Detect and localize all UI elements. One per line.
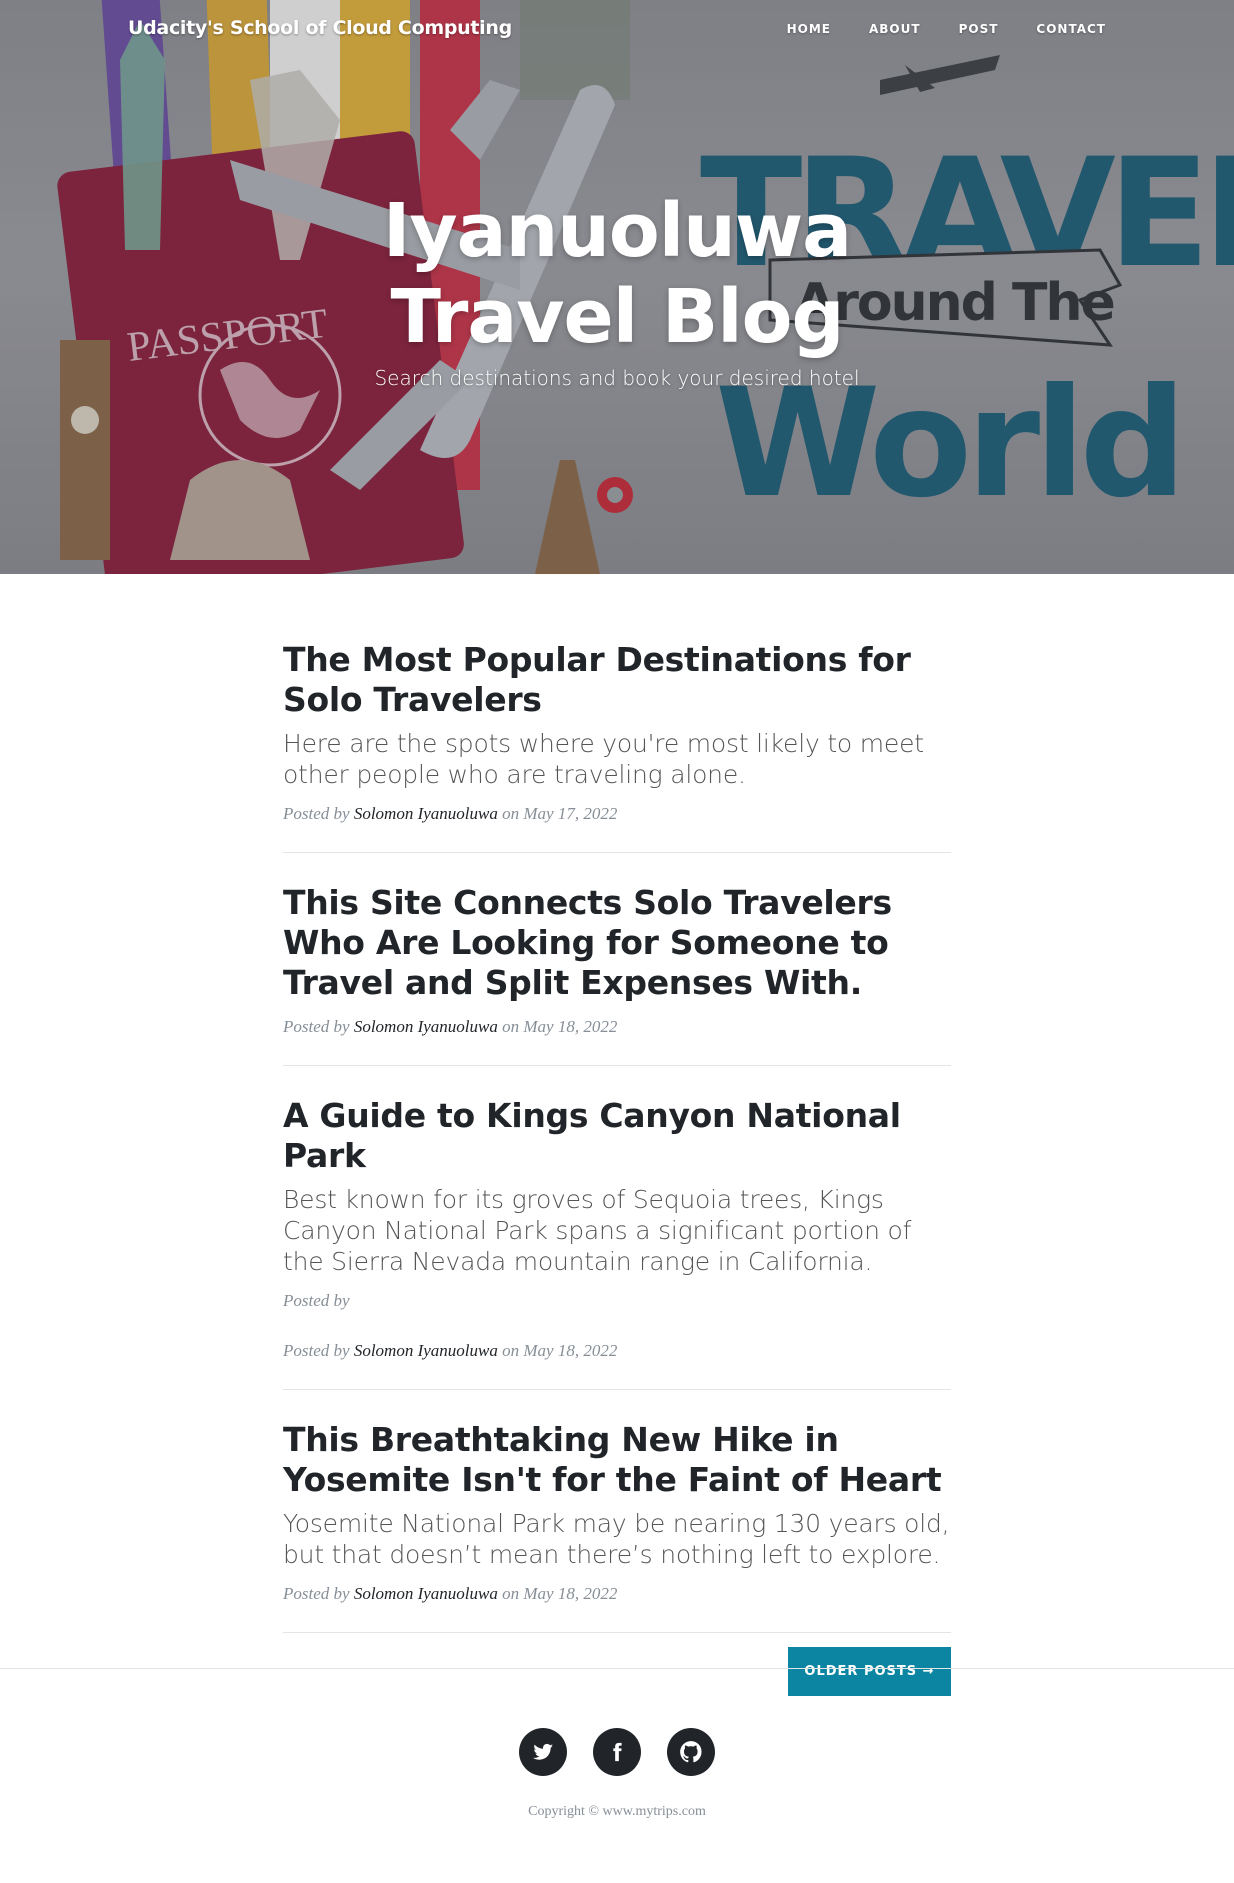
post-author-link[interactable]: Solomon Iyanuoluwa (354, 1017, 498, 1036)
post-title-link[interactable]: A Guide to Kings Canyon National Park (283, 1096, 951, 1176)
site-heading-line1: Iyanuoluwa (382, 188, 852, 274)
site-heading-line2: Travel Blog (390, 274, 845, 360)
nav-links: HOME ABOUT POST CONTACT (787, 22, 1106, 36)
site-brand-link[interactable]: Udacity's School of Cloud Computing (128, 17, 512, 39)
post-date: May 18, 2022 (523, 1341, 618, 1360)
nav-link-home[interactable]: HOME (787, 22, 831, 36)
older-posts-button[interactable]: OLDER POSTS → (788, 1647, 951, 1696)
top-navbar: Udacity's School of Cloud Computing HOME… (0, 0, 1234, 60)
nav-link-contact[interactable]: CONTACT (1036, 22, 1106, 36)
post-author-link[interactable]: Solomon Iyanuoluwa (354, 1341, 498, 1360)
post-author-link[interactable]: Solomon Iyanuoluwa (354, 804, 498, 823)
post-preview: This Site Connects Solo Travelers Who Ar… (283, 883, 951, 1066)
on-label: on (502, 1017, 520, 1036)
posted-by-label: Posted by (283, 1584, 350, 1603)
social-links (0, 1728, 1234, 1776)
post-author-link[interactable]: Solomon Iyanuoluwa (354, 1584, 498, 1603)
site-subheading: Search destinations and book your desire… (374, 366, 860, 390)
nav-link-about[interactable]: ABOUT (869, 22, 921, 36)
post-preview: A Guide to Kings Canyon National Park Be… (283, 1096, 951, 1390)
post-subtitle: Yosemite National Park may be nearing 13… (283, 1509, 950, 1569)
on-label: on (502, 1341, 520, 1360)
hero-header: PASSPORT TRAVEL Around The World Udacity… (0, 0, 1234, 574)
site-heading: Iyanuoluwa Travel Blog (0, 188, 1234, 360)
post-date: May 18, 2022 (523, 1017, 618, 1036)
nav-link-post[interactable]: POST (959, 22, 999, 36)
facebook-link[interactable] (593, 1728, 641, 1776)
copyright-text: Copyright © www.mytrips.com (528, 1804, 706, 1819)
footer-divider (0, 1668, 1234, 1669)
post-meta: Posted by Solomon Iyanuoluwa on May 18, … (283, 1584, 951, 1604)
twitter-icon (533, 1743, 553, 1760)
posted-by-label: Posted by (283, 804, 350, 823)
post-date: May 18, 2022 (523, 1584, 618, 1603)
post-meta: Posted by Solomon Iyanuoluwa on May 18, … (283, 1017, 951, 1037)
posted-by-label: Posted by (283, 1341, 350, 1360)
on-label: on (502, 1584, 520, 1603)
twitter-link[interactable] (519, 1728, 567, 1776)
pager: OLDER POSTS → (283, 1647, 951, 1707)
post-meta: Posted by Solomon Iyanuoluwa on May 18, … (283, 1341, 951, 1361)
github-icon (680, 1741, 702, 1763)
post-meta: Posted by Solomon Iyanuoluwa on May 17, … (283, 804, 951, 824)
post-title-link[interactable]: The Most Popular Destinations for Solo T… (283, 640, 951, 720)
post-preview: This Breathtaking New Hike in Yosemite I… (283, 1420, 951, 1633)
on-label: on (502, 804, 520, 823)
github-link[interactable] (667, 1728, 715, 1776)
post-subtitle: Here are the spots where you're most lik… (283, 729, 924, 789)
posted-by-label: Posted by (283, 1017, 350, 1036)
post-title-link[interactable]: This Breathtaking New Hike in Yosemite I… (283, 1420, 951, 1500)
facebook-icon (613, 1742, 622, 1762)
post-list: The Most Popular Destinations for Solo T… (283, 640, 951, 1707)
post-meta-empty: Posted by (283, 1291, 350, 1310)
post-subtitle: Best known for its groves of Sequoia tre… (283, 1185, 912, 1276)
post-title-link[interactable]: This Site Connects Solo Travelers Who Ar… (283, 883, 951, 1003)
post-date: May 17, 2022 (523, 804, 618, 823)
post-preview: The Most Popular Destinations for Solo T… (283, 640, 951, 853)
